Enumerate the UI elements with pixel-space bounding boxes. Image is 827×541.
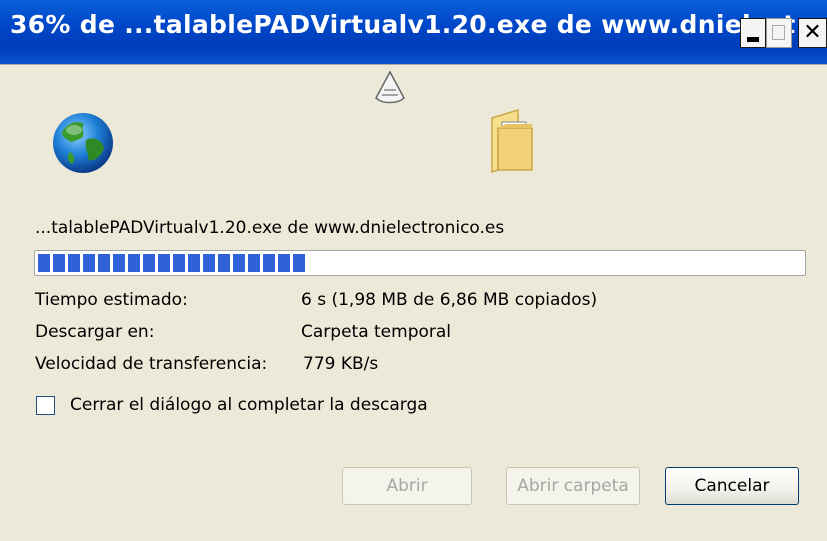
progress-fill — [38, 254, 305, 272]
open-folder-button[interactable]: Abrir carpeta — [506, 467, 640, 505]
maximize-button — [766, 18, 792, 48]
close-on-complete-checkbox[interactable] — [36, 396, 55, 415]
time-label: Tiempo estimado: — [35, 290, 188, 310]
close-on-complete-label[interactable]: Cerrar el diálogo al completar la descar… — [70, 395, 428, 415]
flying-document-icon — [375, 70, 405, 104]
close-button[interactable]: ✕ — [798, 18, 827, 48]
title-bar: 36% de ...talablePADVirtualv1.20.exe de … — [0, 0, 827, 64]
time-value: 6 s (1,98 MB de 6,86 MB copiados) — [301, 290, 598, 310]
destination-row: Descargar en: Carpeta temporal — [35, 322, 451, 342]
speed-row: Velocidad de transferencia: 779 KB/s — [35, 354, 378, 374]
title-divider — [0, 64, 827, 65]
open-button[interactable]: Abrir — [342, 467, 472, 505]
destination-label: Descargar en: — [35, 322, 155, 342]
download-progress-bar — [34, 250, 806, 276]
speed-label: Velocidad de transferencia: — [35, 354, 268, 374]
download-filename: ...talablePADVirtualv1.20.exe de www.dni… — [35, 218, 505, 238]
window-title: 36% de ...talablePADVirtualv1.20.exe de … — [10, 10, 825, 39]
time-row: Tiempo estimado: 6 s (1,98 MB de 6,86 MB… — [35, 290, 597, 310]
speed-value: 779 KB/s — [303, 354, 379, 374]
minimize-button[interactable] — [740, 18, 766, 48]
destination-value: Carpeta temporal — [301, 322, 452, 342]
globe-icon — [53, 113, 113, 173]
folder-icon — [491, 108, 533, 174]
cancel-button[interactable]: Cancelar — [665, 467, 799, 505]
